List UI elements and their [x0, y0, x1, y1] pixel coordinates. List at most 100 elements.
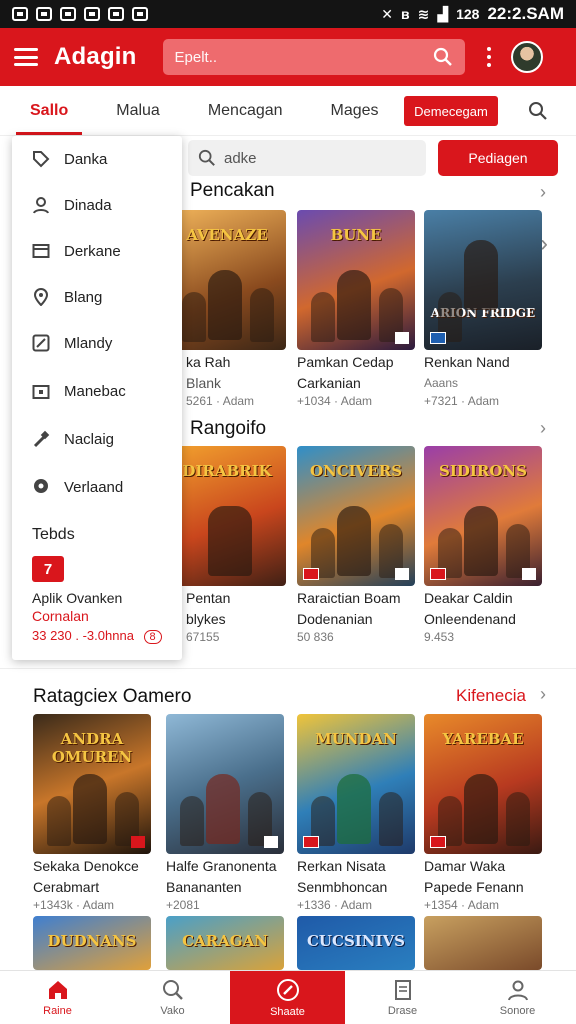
- game-cover[interactable]: SIDIRONS: [424, 446, 542, 586]
- location-icon: [32, 288, 50, 306]
- game-card[interactable]: DIRABRIK Pentan blykes 67155: [168, 446, 286, 644]
- menu-item-mlandy[interactable]: Mlandy: [32, 334, 112, 352]
- game-cover[interactable]: DUDNANS: [33, 916, 151, 970]
- menu-item-label: Danka: [64, 150, 108, 168]
- game-cover[interactable]: ARION FRIDGE: [424, 210, 542, 350]
- notification-icon: [60, 7, 76, 21]
- game-cover[interactable]: [166, 714, 284, 854]
- chevron-right-icon[interactable]: ›: [540, 182, 546, 203]
- filter-button[interactable]: Pediagen: [438, 140, 558, 176]
- game-card[interactable]: AVENAZE ka Rah Blank 5261 · Adam: [168, 210, 286, 408]
- filter-search-placeholder: adke: [224, 149, 257, 167]
- drawer-app-subtitle: Cornalan: [32, 608, 89, 624]
- game-card[interactable]: ANDRA OMUREN Sekaka Denokce Cerabmart +1…: [33, 714, 151, 912]
- game-cover[interactable]: AVENAZE: [168, 210, 286, 350]
- cover-title: ONCIVERS: [309, 462, 403, 480]
- chevron-right-icon[interactable]: ›: [540, 418, 546, 439]
- game-meta: +2081: [166, 898, 200, 912]
- game-cover[interactable]: BUNE: [297, 210, 415, 350]
- see-all-link[interactable]: Kifenecia: [456, 686, 526, 706]
- menu-item-naclaig[interactable]: Naclaig: [32, 430, 114, 448]
- notification-icon: [36, 7, 52, 21]
- mute-icon: ✕: [381, 5, 393, 22]
- tab-sallo[interactable]: Sallo: [15, 102, 83, 135]
- game-meta: +1354 · Adam: [424, 898, 500, 912]
- game-cover[interactable]: [424, 916, 542, 970]
- game-name: Pamkan Cedap: [297, 354, 394, 370]
- profile-icon: [507, 980, 528, 1001]
- app-bar: Adagin Epelt..: [0, 28, 576, 86]
- drawer-app-meta: 33 230 . -3.0hnna 8: [32, 628, 162, 644]
- store-icon: [32, 382, 50, 400]
- app-badge-icon[interactable]: 7: [32, 556, 64, 582]
- side-menu: Danka Dinada Derkane Blang Mlandy Maneba…: [12, 136, 182, 660]
- game-meta: 5261 · Adam: [186, 394, 255, 408]
- cover-title: ANDRA OMUREN: [51, 730, 133, 766]
- game-cover[interactable]: MUNDAN: [297, 714, 415, 854]
- game-cover[interactable]: DIRABRIK: [168, 446, 286, 586]
- game-name: Sekaka Denokce: [33, 858, 139, 874]
- game-subtitle: Banananten: [166, 879, 242, 895]
- game-card[interactable]: ONCIVERS Raraictian Boam Dodenanian 50 8…: [297, 446, 415, 644]
- chevron-right-icon[interactable]: ›: [540, 684, 546, 705]
- more-options-icon[interactable]: [486, 47, 491, 67]
- menu-item-label: Verlaand: [64, 478, 124, 496]
- menu-item-blang[interactable]: Blang: [32, 288, 102, 306]
- game-card[interactable]: YAREBAE Damar Waka Papede Fenann +1354 ·…: [424, 714, 542, 912]
- game-card[interactable]: [424, 916, 542, 970]
- menu-item-derkane[interactable]: Derkane: [32, 242, 121, 260]
- cover-title: YAREBAE: [442, 730, 524, 748]
- folder-icon: [32, 242, 50, 260]
- game-cover[interactable]: ONCIVERS: [297, 446, 415, 586]
- search-icon[interactable]: [433, 47, 453, 67]
- game-subtitle: Carkanian: [297, 375, 361, 391]
- game-card[interactable]: CARAGAN: [166, 916, 284, 970]
- game-card[interactable]: Halfe Granonenta Banananten +2081: [166, 714, 284, 912]
- game-subtitle: Cerabmart: [33, 879, 100, 895]
- bottom-nav: Raine Vako Shaate Drase Sonore: [0, 970, 576, 1024]
- section-title: Ratagciex Oamero: [33, 686, 192, 707]
- game-card[interactable]: CUCSINIVS: [297, 916, 415, 970]
- nav-label: Vako: [160, 1005, 185, 1017]
- game-card[interactable]: SIDIRONS Deakar Caldin Onleendenand 9.45…: [424, 446, 542, 644]
- nav-search[interactable]: Vako: [115, 971, 230, 1024]
- cover-title: BUNE: [330, 226, 382, 244]
- search-input[interactable]: Epelt..: [162, 39, 465, 75]
- menu-item-label: Dinada: [64, 196, 112, 214]
- cover-title: DUDNANS: [47, 932, 137, 950]
- notification-icons: [12, 7, 148, 21]
- tab-mencagan[interactable]: Mencagan: [208, 102, 283, 120]
- menu-item-manebac[interactable]: Manebac: [32, 382, 126, 400]
- tab-mages[interactable]: Mages: [331, 102, 379, 120]
- game-card[interactable]: DUDNANS: [33, 916, 151, 970]
- game-card[interactable]: ARION FRIDGE Renkan Nand Aaans +7321 · A…: [424, 210, 542, 408]
- nav-create[interactable]: Shaate: [230, 971, 345, 1024]
- nav-profile[interactable]: Sonore: [460, 971, 575, 1024]
- menu-icon[interactable]: [14, 48, 38, 66]
- menu-item-label: Derkane: [64, 242, 121, 260]
- game-card[interactable]: BUNE Pamkan Cedap Carkanian +1034 · Adam: [297, 210, 415, 408]
- game-subtitle: Papede Fenann: [424, 879, 524, 895]
- nav-home[interactable]: Raine: [0, 971, 115, 1024]
- menu-item-dinada[interactable]: Dinada: [32, 196, 112, 214]
- drawer-app-name[interactable]: Aplik Ovanken: [32, 590, 122, 606]
- menu-item-danka[interactable]: Danka: [32, 150, 107, 168]
- game-cover[interactable]: ANDRA OMUREN: [33, 714, 151, 854]
- game-meta: 67155: [186, 630, 220, 644]
- search-icon[interactable]: [528, 101, 548, 121]
- game-card[interactable]: MUNDAN Rerkan Nisata Senmbhoncan +1336 ·…: [297, 714, 415, 912]
- tab-malua[interactable]: Malua: [116, 102, 160, 120]
- tab-demecegam[interactable]: Demecegam: [404, 96, 498, 126]
- game-name: Halfe Granonenta: [166, 858, 277, 874]
- filter-search-input[interactable]: adke: [188, 140, 426, 176]
- search-icon: [198, 149, 215, 166]
- game-cover[interactable]: CARAGAN: [166, 916, 284, 970]
- menu-item-verlaand[interactable]: Verlaand: [32, 478, 123, 496]
- nav-library[interactable]: Drase: [345, 971, 460, 1024]
- game-cover[interactable]: CUCSINIVS: [297, 916, 415, 970]
- notification-icon: [12, 7, 28, 21]
- hammer-icon: [32, 430, 50, 448]
- game-cover[interactable]: YAREBAE: [424, 714, 542, 854]
- avatar[interactable]: [510, 41, 543, 73]
- notification-icon: [84, 7, 100, 21]
